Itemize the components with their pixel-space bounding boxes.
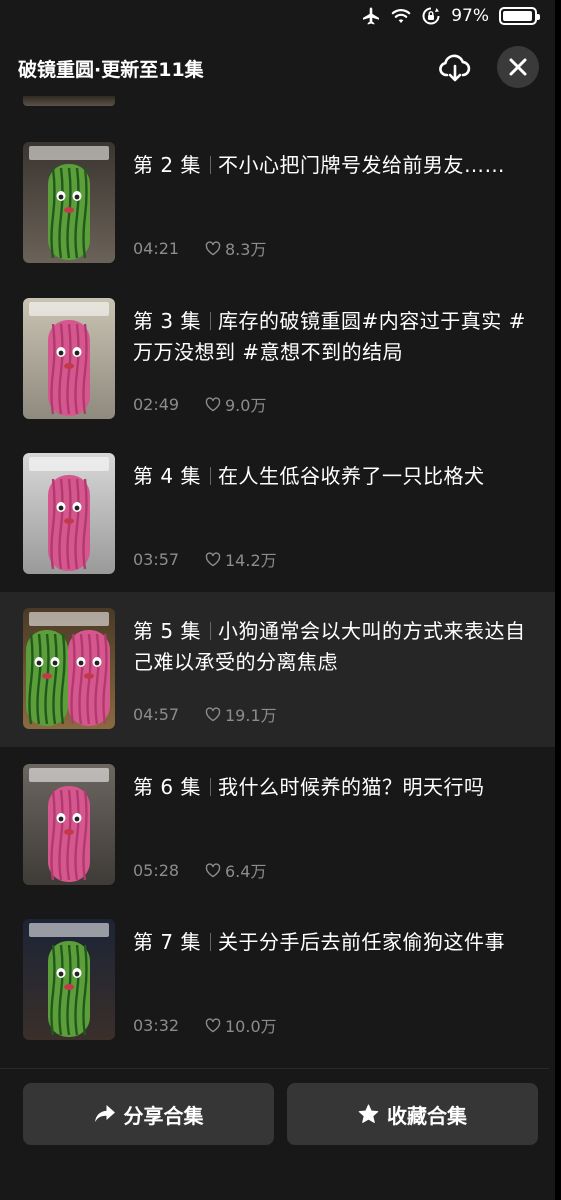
episode-title-line: 第 4 集在人生低谷收养了一只比格犬 [133, 461, 533, 492]
battery-fill [503, 11, 533, 21]
episode-duration: 02:49 [133, 394, 180, 414]
episode-number: 第 7 集 [133, 930, 201, 954]
episode-row[interactable]: 第 2 集不小心把门牌号发给前男友…… 04:21 8.3万 [0, 142, 555, 297]
heart-icon [205, 396, 221, 412]
episode-title: 在人生低谷收养了一只比格犬 [217, 464, 485, 488]
page-title: 破镜重圆·更新至11集 [18, 59, 204, 81]
heart-icon [205, 862, 221, 878]
header: 破镜重圆·更新至11集 [0, 44, 555, 92]
episode-duration: 03:32 [133, 1015, 180, 1035]
status-bar: 97% [0, 0, 555, 36]
episode-thumbnail [23, 453, 115, 574]
episode-title: 不小心把门牌号发给前男友…… [217, 153, 505, 177]
cloud-download-icon[interactable] [437, 50, 473, 86]
episode-duration: 03:57 [133, 549, 180, 569]
share-arrow-icon [94, 1105, 115, 1122]
episode-duration: 04:57 [133, 704, 180, 724]
episode-number: 第 2 集 [133, 153, 201, 177]
episode-row[interactable]: 第 6 集我什么时候养的猫？明天行吗 05:28 6.4万 [0, 764, 555, 919]
episode-thumbnail [23, 919, 115, 1040]
episode-meta: 03:32 10.0万 [133, 1013, 277, 1037]
episode-likes: 10.0万 [225, 1017, 277, 1036]
star-icon [358, 1104, 379, 1123]
episode-number: 第 6 集 [133, 775, 201, 799]
episode-title-line: 第 7 集关于分手后去前任家偷狗这件事 [133, 927, 533, 958]
episode-thumbnail [23, 608, 115, 729]
title-separator [209, 312, 211, 330]
episode-row[interactable]: 第 5 集小狗通常会以大叫的方式来表达自己难以承受的分离焦虑 04:57 19.… [0, 592, 555, 747]
episode-title-line: 第 6 集我什么时候养的猫？明天行吗 [133, 772, 533, 803]
title-separator [209, 778, 211, 796]
episode-meta: 05:28 6.4万 [133, 858, 266, 882]
episode-likes: 8.3万 [225, 240, 267, 259]
episode-duration: 04:21 [133, 238, 180, 258]
heart-icon [205, 1017, 221, 1033]
episode-row[interactable]: 第 7 集关于分手后去前任家偷狗这件事 03:32 10.0万 [0, 919, 555, 1068]
episode-title-line: 第 3 集库存的破镜重圆#内容过于真实 #万万没想到 #意想不到的结局 [133, 306, 533, 368]
close-button[interactable] [497, 46, 539, 88]
episode-number: 第 5 集 [133, 619, 201, 643]
orientation-lock-icon [421, 6, 441, 26]
episode-meta: 02:49 9.0万 [133, 392, 266, 416]
episode-row[interactable]: 第 4 集在人生低谷收养了一只比格犬 03:57 14.2万 [0, 453, 555, 608]
favorite-collection-button[interactable]: 收藏合集 [287, 1083, 538, 1145]
episode-title-line: 第 5 集小狗通常会以大叫的方式来表达自己难以承受的分离焦虑 [133, 616, 533, 678]
episode-number: 第 3 集 [133, 309, 201, 333]
heart-icon [205, 240, 221, 256]
episode-duration: 05:28 [133, 860, 180, 880]
wifi-icon [391, 6, 411, 26]
phone-screen: 97% 破镜重圆·更新至11集 第 2 集不小心把门牌号发给前男友…… 04:2… [0, 0, 561, 1200]
heart-icon [205, 706, 221, 722]
episode-list[interactable]: 第 2 集不小心把门牌号发给前男友…… 04:21 8.3万 第 3 集库存的破… [0, 96, 555, 1068]
episode-likes: 14.2万 [225, 551, 277, 570]
favorite-collection-label: 收藏合集 [387, 1103, 467, 1128]
title-separator [209, 467, 211, 485]
episode-title: 关于分手后去前任家偷狗这件事 [217, 930, 505, 954]
bottom-action-bar: 分享合集 收藏合集 [0, 1068, 549, 1200]
status-icons: 97% [361, 6, 540, 26]
share-collection-label: 分享合集 [123, 1103, 204, 1128]
episode-meta: 04:57 19.1万 [133, 702, 277, 726]
episode-title-line: 第 2 集不小心把门牌号发给前男友…… [133, 150, 533, 181]
title-separator [209, 933, 211, 951]
close-icon [509, 58, 527, 76]
airplane-icon [361, 6, 381, 26]
title-separator [209, 622, 211, 640]
episode-likes: 6.4万 [225, 862, 267, 881]
episode-meta: 03:57 14.2万 [133, 547, 277, 571]
title-separator [209, 156, 211, 174]
battery-icon [499, 7, 540, 25]
previous-episode-thumbnail-edge [23, 96, 115, 106]
heart-icon [205, 551, 221, 567]
episode-title: 我什么时候养的猫？明天行吗 [217, 775, 485, 799]
episode-number: 第 4 集 [133, 464, 201, 488]
episode-row[interactable]: 第 3 集库存的破镜重圆#内容过于真实 #万万没想到 #意想不到的结局 02:4… [0, 298, 555, 453]
episode-meta: 04:21 8.3万 [133, 236, 266, 260]
share-collection-button[interactable]: 分享合集 [23, 1083, 274, 1145]
episode-likes: 19.1万 [225, 706, 277, 725]
battery-percent: 97% [451, 6, 489, 26]
episode-thumbnail [23, 142, 115, 263]
episode-thumbnail [23, 298, 115, 419]
episode-likes: 9.0万 [225, 396, 267, 415]
episode-thumbnail [23, 764, 115, 885]
